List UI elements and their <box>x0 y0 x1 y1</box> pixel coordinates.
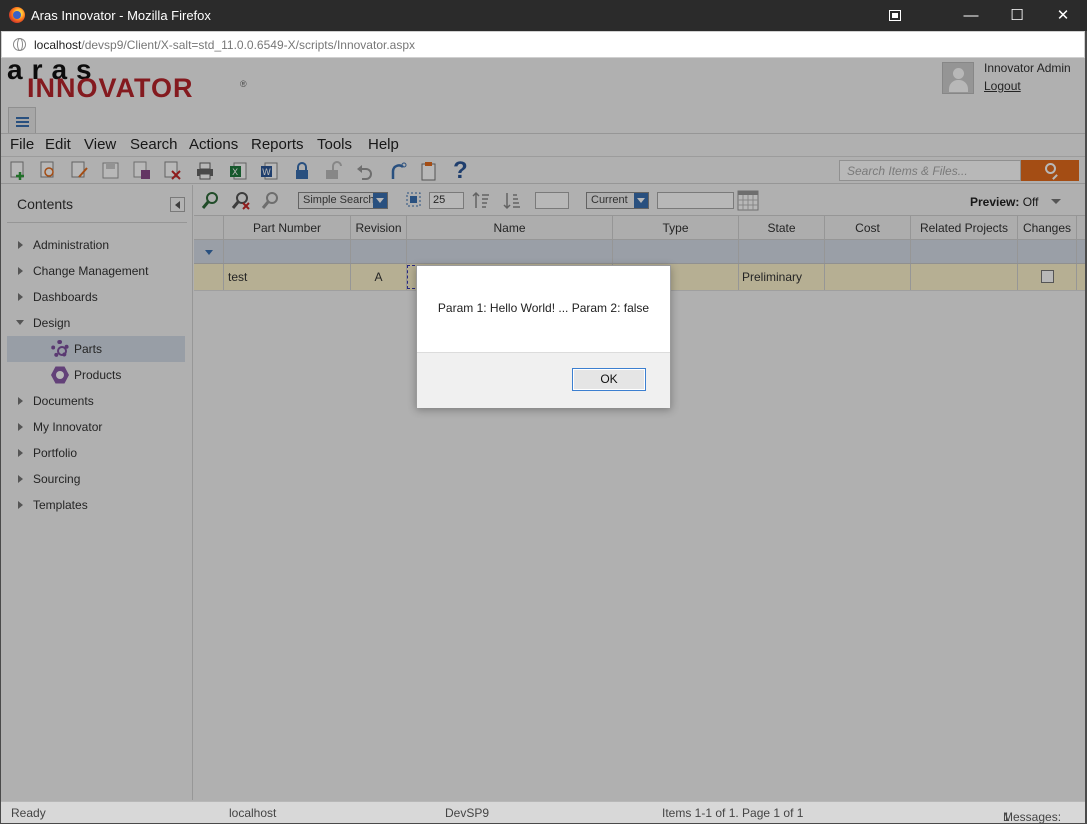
modal-overlay <box>1 58 1085 801</box>
status-server: localhost <box>229 806 277 820</box>
messages-count: 1 <box>1003 810 1010 824</box>
address-bar[interactable]: localhost/devsp9/Client/X-salt=std_11.0.… <box>1 31 1085 58</box>
app-area: aras INNOVATOR ® Innovator Admin Logout … <box>1 56 1085 824</box>
url-host: localhost <box>34 38 82 52</box>
alert-dialog: Param 1: Hello World! ... Param 2: false… <box>416 265 671 408</box>
status-database: DevSP9 <box>445 806 490 820</box>
window-titlebar: Aras Innovator - Mozilla Firefox — ☐ ✕ <box>0 0 1087 31</box>
minimize-button[interactable]: — <box>948 0 994 31</box>
status-items: Items 1-1 of 1. Page 1 of 1 <box>662 806 804 820</box>
maximize-button[interactable]: ☐ <box>994 0 1040 31</box>
window-title: Aras Innovator - Mozilla Firefox <box>31 8 211 23</box>
messages-label: Messages: <box>1003 810 1062 824</box>
firefox-icon <box>9 7 25 23</box>
dialog-message: Param 1: Hello World! ... Param 2: false <box>437 301 650 315</box>
url-path: /devsp9/Client/X-salt=std_11.0.0.6549-X/… <box>81 38 416 52</box>
globe-icon <box>13 38 26 51</box>
status-bar: Ready localhost DevSP9 Items 1-1 of 1. P… <box>1 801 1085 824</box>
dialog-footer: OK <box>417 352 670 408</box>
close-button[interactable]: ✕ <box>1040 0 1086 31</box>
address-url[interactable]: localhost/devsp9/Client/X-salt=std_11.0.… <box>34 38 415 52</box>
ok-button[interactable]: OK <box>572 368 646 391</box>
restore-tabs-icon[interactable] <box>872 0 918 31</box>
status-state: Ready <box>11 806 46 820</box>
